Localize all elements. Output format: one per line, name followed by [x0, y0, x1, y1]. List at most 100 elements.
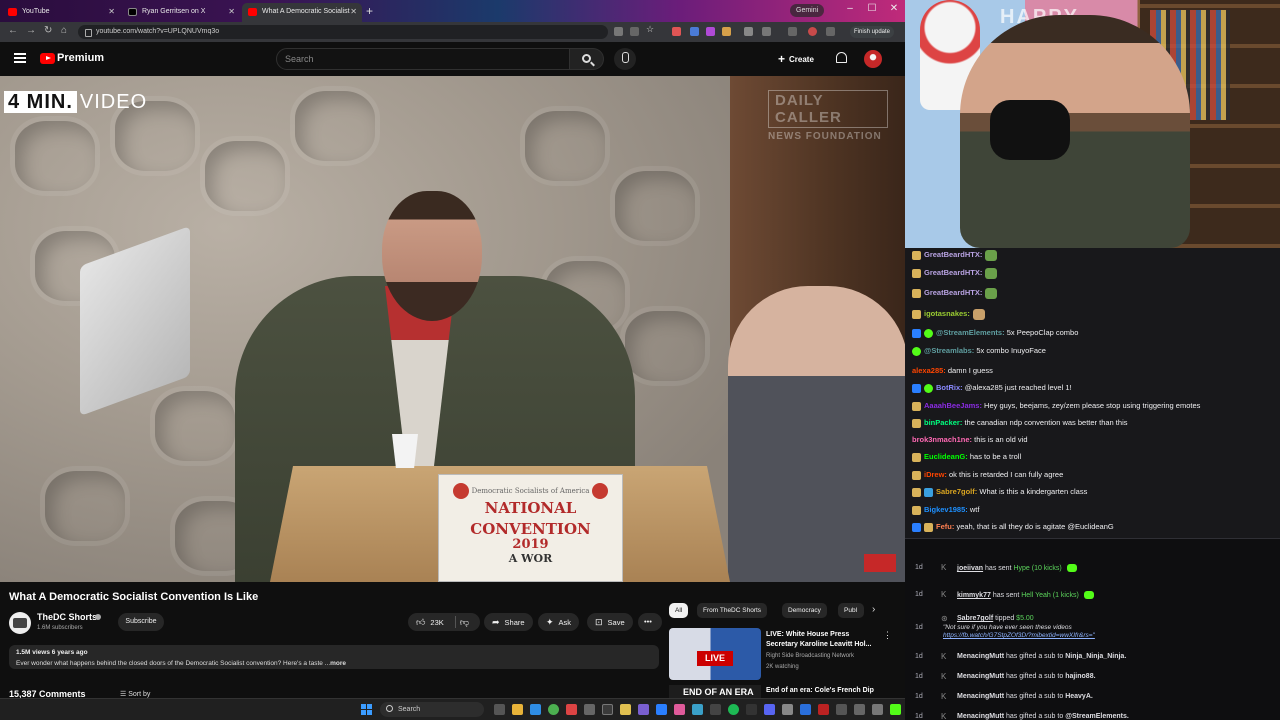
subscribe-corner-icon[interactable]: [864, 554, 896, 572]
bookmark-star-icon[interactable]: ☆: [646, 24, 655, 34]
discord-icon[interactable]: [764, 704, 775, 715]
chip-democracy[interactable]: Democracy: [782, 603, 827, 618]
zoom-icon[interactable]: [614, 27, 623, 36]
chip-public[interactable]: Publ: [838, 603, 864, 618]
extension-icon[interactable]: [744, 27, 753, 36]
activity-user[interactable]: kimmyk77: [957, 592, 991, 599]
finish-update-button[interactable]: Finish update: [850, 26, 895, 38]
chat-username[interactable]: AaaahBeeJams:: [924, 401, 982, 410]
app-icon[interactable]: [584, 704, 595, 715]
voice-search-icon[interactable]: [614, 48, 636, 70]
close-tab-icon[interactable]: ✕: [108, 3, 115, 20]
search-input[interactable]: Search: [276, 48, 570, 70]
app-icon[interactable]: [746, 704, 757, 715]
recommended-thumbnail[interactable]: END OF AN ERA: [669, 685, 761, 699]
maximize-icon[interactable]: ☐: [862, 3, 882, 14]
activity-user[interactable]: MenacingMutt: [957, 673, 1004, 680]
app-icon[interactable]: [674, 704, 685, 715]
forward-icon[interactable]: →: [26, 25, 36, 36]
save-button[interactable]: ⊡ Save: [587, 613, 633, 631]
app-icon[interactable]: [872, 704, 883, 715]
app-icon[interactable]: [836, 704, 847, 715]
app-icon[interactable]: [818, 704, 829, 715]
share-button[interactable]: ➦ Share: [484, 613, 533, 631]
extension-icon[interactable]: [672, 27, 681, 36]
create-button[interactable]: + Create: [778, 51, 814, 66]
close-tab-icon[interactable]: ✕: [228, 3, 235, 20]
hamburger-menu-icon[interactable]: [14, 53, 26, 63]
gift-recipient[interactable]: Ninja_Ninja_Ninja.: [1065, 653, 1126, 660]
chat-username[interactable]: @Streamlabs:: [924, 346, 974, 355]
ask-button[interactable]: ✦ Ask: [538, 613, 580, 631]
spotify-icon[interactable]: [728, 704, 739, 715]
chat-username[interactable]: GreatBeardHTX:: [924, 250, 982, 259]
chat-username[interactable]: binPacker:: [924, 418, 962, 427]
youtube-premium-logo[interactable]: Premium: [57, 52, 104, 64]
kick-icon[interactable]: [890, 704, 901, 715]
profile-icon[interactable]: [808, 27, 817, 36]
tip-link[interactable]: https://fb.watch/G7StpZOf3D/?mibextid=ww…: [943, 632, 1273, 640]
channel-name[interactable]: TheDC Shorts: [37, 612, 97, 622]
chrome-icon[interactable]: [548, 704, 559, 715]
tab-current-video[interactable]: What A Democratic Socialist ✕: [242, 3, 362, 22]
sidebar-icon[interactable]: [788, 27, 797, 36]
minimize-icon[interactable]: –: [840, 3, 860, 14]
chat-username[interactable]: igotasnakes:: [924, 309, 970, 318]
extension-icon[interactable]: [722, 27, 731, 36]
chip-all[interactable]: All: [669, 603, 689, 618]
chat-username[interactable]: GreatBeardHTX:: [924, 268, 982, 277]
file-explorer-icon[interactable]: [512, 704, 523, 715]
chat-username[interactable]: @StreamElements:: [936, 328, 1005, 337]
extension-icon[interactable]: [706, 27, 715, 36]
chat-username[interactable]: BotRix:: [936, 383, 963, 392]
back-icon[interactable]: ←: [8, 25, 18, 36]
chat-username[interactable]: brok3nmach1ne:: [912, 435, 972, 444]
chat-username[interactable]: Fefu:: [936, 522, 954, 531]
thumbs-down-icon[interactable]: 👎︎: [460, 613, 469, 631]
tab-x-post[interactable]: Ryan Gerritsen on X ✕: [122, 3, 240, 22]
app-icon[interactable]: [710, 704, 721, 715]
recommended-channel[interactable]: Right Side Broadcasting Network: [766, 653, 854, 659]
activity-user[interactable]: Sabre7golf: [957, 615, 993, 622]
youtube-logo-icon[interactable]: [40, 53, 55, 64]
gift-recipient[interactable]: @StreamElements.: [1065, 713, 1129, 720]
chat-username[interactable]: iDrew:: [924, 470, 947, 479]
chip-from-channel[interactable]: From TheDC Shorts: [697, 603, 768, 618]
app-icon[interactable]: [638, 704, 649, 715]
downloads-icon[interactable]: [826, 27, 835, 36]
video-player[interactable]: DAILY CALLER NEWS FOUNDATION Democratic …: [0, 76, 905, 582]
edge-icon[interactable]: [530, 704, 541, 715]
chat-username[interactable]: Sabre7golf:: [936, 487, 977, 496]
address-bar[interactable]: youtube.com/watch?v=UPLQNUVmq3o: [78, 25, 608, 39]
like-dislike-button[interactable]: 👍︎ 23K 👎︎: [408, 613, 480, 631]
sort-comments-button[interactable]: ☰ Sort by: [120, 690, 150, 698]
activity-user[interactable]: joeiivan: [957, 565, 983, 572]
extension-icon[interactable]: [690, 27, 699, 36]
app-icon[interactable]: [656, 704, 667, 715]
chat-username[interactable]: EuclideanG:: [924, 452, 968, 461]
chevron-right-icon[interactable]: ›: [872, 604, 875, 615]
activity-user[interactable]: MenacingMutt: [957, 713, 1004, 720]
app-icon[interactable]: [602, 704, 613, 715]
thumbs-up-icon[interactable]: 👍︎: [416, 613, 425, 631]
tab-youtube[interactable]: YouTube ✕: [2, 3, 120, 22]
task-view-icon[interactable]: [494, 704, 505, 715]
account-avatar[interactable]: [864, 50, 882, 68]
home-icon[interactable]: ⌂: [61, 25, 67, 36]
activity-user[interactable]: MenacingMutt: [957, 693, 1004, 700]
gift-recipient[interactable]: HeavyA.: [1065, 693, 1093, 700]
taskbar-search-input[interactable]: Search: [380, 702, 484, 717]
search-button[interactable]: [570, 48, 604, 70]
more-actions-button[interactable]: •••: [638, 613, 662, 631]
recommended-title[interactable]: End of an era: Cole's French Dip: [766, 687, 874, 694]
subscribe-button[interactable]: Subscribe: [118, 613, 164, 631]
chat-username[interactable]: alexa285:: [912, 366, 946, 375]
app-icon[interactable]: [692, 704, 703, 715]
puzzle-extensions-icon[interactable]: [762, 27, 771, 36]
channel-avatar[interactable]: [9, 612, 31, 634]
notifications-bell-icon[interactable]: [836, 52, 847, 63]
new-tab-icon[interactable]: +: [366, 4, 373, 18]
folder-icon[interactable]: [620, 704, 631, 715]
recommended-title[interactable]: LIVE: White House Press Secretary Karoli…: [766, 630, 876, 650]
close-tab-icon[interactable]: ✕: [350, 3, 357, 20]
